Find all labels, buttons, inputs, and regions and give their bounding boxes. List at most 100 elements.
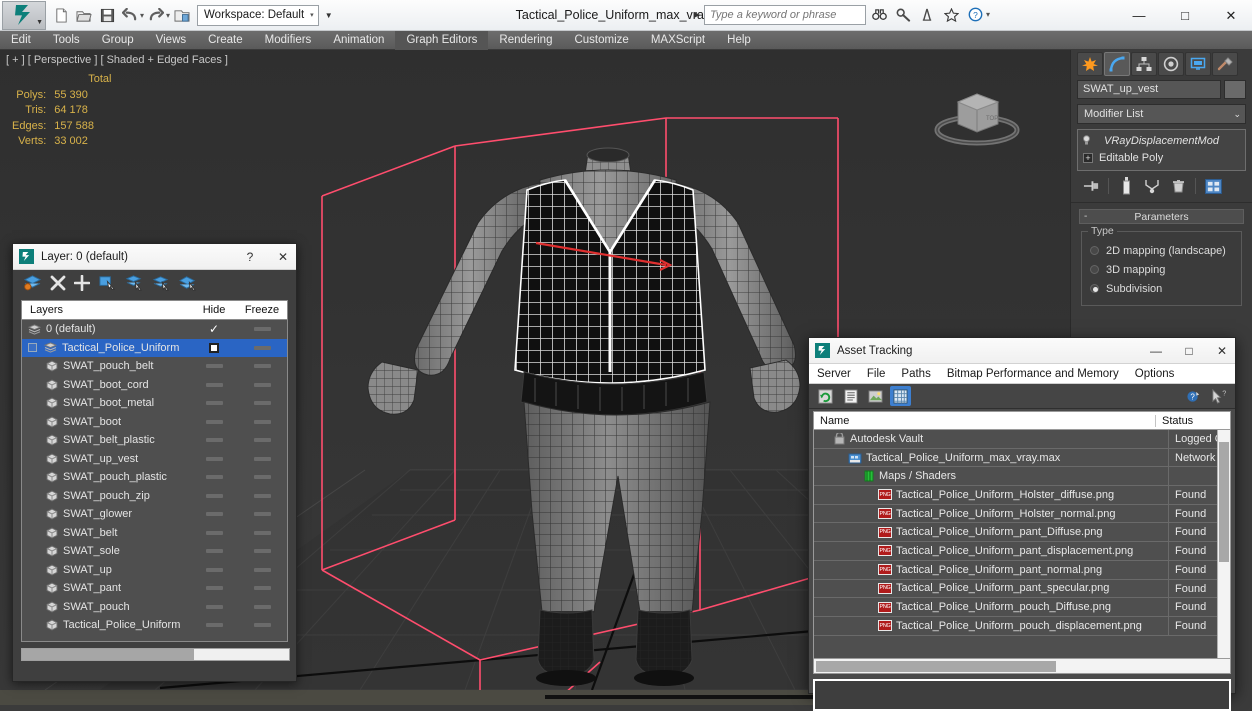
layer-hide-cell[interactable] [191, 383, 237, 387]
modifier-stack[interactable]: VRayDisplacementMod + Editable Poly [1077, 129, 1246, 171]
layer-list-horizontal-scrollbar[interactable] [21, 648, 290, 661]
plus-icon[interactable] [74, 275, 90, 296]
layer-freeze-cell[interactable] [237, 401, 287, 405]
hide-checkbox[interactable] [209, 343, 219, 353]
layer-row[interactable]: 0 (default)✓ [22, 320, 287, 339]
new-layer-icon[interactable] [23, 274, 42, 296]
pin-icon[interactable] [1079, 176, 1103, 196]
asset-vertical-scrollbar[interactable] [1217, 430, 1230, 658]
asset-tracking-dialog[interactable]: Asset Tracking — □ ✕ Server File Paths B… [808, 337, 1236, 694]
layer-hide-cell[interactable] [191, 623, 237, 627]
grid-icon[interactable] [890, 386, 911, 406]
layer-row[interactable]: SWAT_boot [22, 413, 287, 432]
freeze-layer-icon[interactable] [179, 274, 198, 296]
menu-rendering[interactable]: Rendering [488, 31, 563, 50]
radio-subdivision[interactable]: Subdivision [1090, 279, 1233, 298]
layer-freeze-cell[interactable] [237, 438, 287, 442]
layer-row[interactable]: Tactical_Police_Uniform [22, 616, 287, 635]
layer-row[interactable]: SWAT_sole [22, 542, 287, 561]
layer-freeze-cell[interactable] [237, 605, 287, 609]
highlight-layer-icon[interactable] [125, 274, 144, 296]
radio-3d-mapping[interactable]: 3D mapping [1090, 260, 1233, 279]
help-dropdown-icon[interactable]: ▾ [986, 10, 990, 19]
layer-freeze-cell[interactable] [237, 475, 287, 479]
freeze-toggle[interactable] [254, 494, 271, 498]
project-folder-icon[interactable] [171, 4, 193, 26]
layer-row[interactable]: SWAT_pouch_belt [22, 357, 287, 376]
hide-toggle[interactable] [206, 364, 223, 368]
hide-toggle[interactable] [206, 475, 223, 479]
expand-collapse-icon[interactable] [28, 343, 37, 352]
asset-row[interactable]: PNGTactical_Police_Uniform_Holster_norma… [814, 505, 1230, 524]
object-name-field[interactable]: SWAT_up_vest [1077, 80, 1221, 99]
star-icon[interactable] [940, 4, 962, 25]
search-input[interactable] [704, 5, 866, 25]
hide-toggle[interactable] [206, 438, 223, 442]
workspace-menu-chevron-icon[interactable]: ▼ [325, 11, 333, 20]
asset-dialog-titlebar[interactable]: Asset Tracking — □ ✕ [809, 338, 1235, 364]
freeze-toggle[interactable] [254, 383, 271, 387]
hide-toggle[interactable] [206, 531, 223, 535]
compass-icon[interactable] [916, 4, 938, 25]
layer-row[interactable]: SWAT_pant [22, 579, 287, 598]
refresh-icon[interactable] [815, 386, 836, 406]
layer-hide-cell[interactable]: ✓ [191, 323, 237, 335]
parameters-rollout-header[interactable]: - Parameters [1079, 209, 1244, 224]
new-file-icon[interactable] [50, 4, 72, 26]
asset-minimize-button[interactable]: — [1143, 338, 1169, 364]
trash-icon[interactable] [1166, 176, 1190, 196]
layer-freeze-cell[interactable] [237, 512, 287, 516]
bottle-icon[interactable] [1114, 176, 1138, 196]
layer-hide-cell[interactable] [191, 549, 237, 553]
plus-box-icon[interactable]: + [1083, 153, 1093, 163]
motion-tab[interactable] [1158, 52, 1184, 76]
viewcube[interactable]: TOP [922, 72, 1032, 157]
open-file-icon[interactable] [73, 4, 95, 26]
layer-row[interactable]: SWAT_up [22, 561, 287, 580]
close-window-button[interactable]: ✕ [1208, 0, 1252, 31]
menu-edit[interactable]: Edit [0, 31, 42, 50]
asset-menu-file[interactable]: File [859, 364, 894, 384]
layer-freeze-cell[interactable] [237, 457, 287, 461]
asset-horizontal-scrollbar[interactable] [813, 659, 1231, 674]
layer-row[interactable]: SWAT_glower [22, 505, 287, 524]
layer-row[interactable]: SWAT_pouch_plastic [22, 468, 287, 487]
help-question-icon[interactable]: ? [1183, 386, 1204, 406]
application-menu-button[interactable]: ▼ [2, 1, 46, 30]
scrollbar-thumb[interactable] [22, 649, 194, 660]
layer-row[interactable]: SWAT_belt [22, 524, 287, 543]
layer-hide-cell[interactable] [191, 364, 237, 368]
hide-toggle[interactable] [206, 549, 223, 553]
hide-toggle[interactable] [206, 605, 223, 609]
hide-toggle[interactable] [206, 623, 223, 627]
hide-toggle[interactable] [206, 383, 223, 387]
layer-row[interactable]: SWAT_pouch_zip [22, 487, 287, 506]
layer-row[interactable]: SWAT_boot_metal [22, 394, 287, 413]
help-icon[interactable]: ? [964, 4, 986, 25]
object-color-swatch[interactable] [1224, 80, 1246, 99]
collapse-icon[interactable]: - [1084, 211, 1087, 222]
layer-freeze-cell[interactable] [237, 623, 287, 627]
layer-row[interactable]: SWAT_boot_cord [22, 376, 287, 395]
layer-explorer-dialog[interactable]: Layer: 0 (default) ? ✕ Layers Hide Freez… [12, 243, 297, 682]
menu-graph-editors[interactable]: Graph Editors [395, 31, 488, 50]
asset-row-list[interactable]: Autodesk VaultLogged OTactical_Police_Un… [813, 430, 1231, 659]
layer-hide-cell[interactable] [191, 401, 237, 405]
layer-hide-cell[interactable] [191, 531, 237, 535]
radio-button-icon[interactable] [1090, 265, 1099, 274]
freeze-toggle[interactable] [254, 346, 271, 350]
visible-check-icon[interactable]: ✓ [209, 323, 219, 335]
radio-button-icon[interactable] [1090, 284, 1099, 293]
hide-toggle[interactable] [206, 401, 223, 405]
hide-toggle[interactable] [206, 494, 223, 498]
layer-freeze-cell[interactable] [237, 586, 287, 590]
asset-column-status[interactable]: Status [1155, 415, 1217, 427]
asset-column-name[interactable]: Name [814, 415, 1155, 427]
layer-freeze-cell[interactable] [237, 364, 287, 368]
asset-menu-bitmap-performance[interactable]: Bitmap Performance and Memory [939, 364, 1127, 384]
layer-row[interactable]: SWAT_pouch [22, 598, 287, 617]
layer-dialog-help-button[interactable]: ? [237, 244, 263, 270]
layer-hide-cell[interactable] [191, 457, 237, 461]
hide-toggle[interactable] [206, 512, 223, 516]
layer-row[interactable]: SWAT_belt_plastic [22, 431, 287, 450]
